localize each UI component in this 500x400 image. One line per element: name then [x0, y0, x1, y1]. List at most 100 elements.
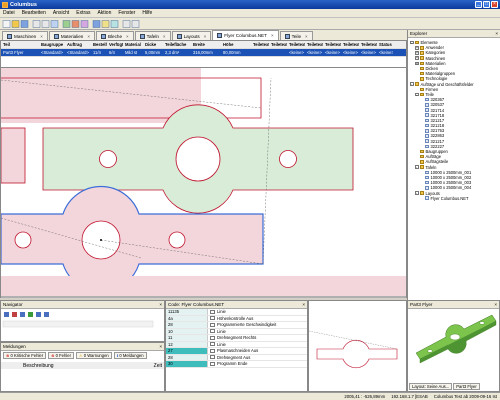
menu-aktion[interactable]: Aktion — [97, 10, 111, 16]
explorer-header: Explorer × — [408, 30, 500, 38]
row-checkbox[interactable] — [210, 335, 215, 340]
close-tab-icon[interactable]: × — [204, 34, 207, 39]
part-hole[interactable] — [14, 231, 32, 249]
maximize-button[interactable]: □ — [483, 1, 490, 8]
col-teiletext[interactable]: Teiletext — [305, 42, 323, 47]
close-tab-icon[interactable]: × — [126, 34, 129, 39]
part-outline[interactable] — [1, 68, 201, 123]
menu-bearbeiten[interactable]: Bearbeiten — [22, 10, 46, 16]
collapse-icon[interactable]: - — [415, 92, 419, 97]
col-auftrag[interactable]: Auftrag — [65, 42, 91, 47]
tab-layout[interactable]: Layout: Seine Aus... — [409, 383, 453, 390]
app-title: Columbus — [10, 1, 37, 8]
close-icon[interactable]: × — [159, 344, 162, 349]
row-checkbox[interactable] — [210, 342, 215, 347]
collapse-icon[interactable]: - — [415, 191, 419, 195]
code-number: 10 — [166, 328, 208, 334]
close-tab-icon[interactable]: × — [305, 34, 308, 39]
info-icon: ℹ — [116, 353, 119, 358]
part-hole[interactable] — [99, 150, 117, 168]
col-breite[interactable]: Breite — [191, 42, 221, 47]
col-teiletext[interactable]: Teiletext — [323, 42, 341, 47]
row-checkbox[interactable] — [210, 322, 215, 327]
close-icon[interactable]: × — [495, 31, 498, 36]
col-teil[interactable]: Teil — [1, 42, 39, 47]
close-tab-icon[interactable]: × — [87, 34, 90, 39]
col-teiletext[interactable]: Teiletext — [251, 42, 269, 47]
close-icon[interactable]: × — [159, 302, 162, 307]
row-checkbox[interactable] — [210, 361, 215, 366]
document-icon — [425, 175, 429, 180]
plate-icon — [139, 33, 145, 39]
expand-icon[interactable]: + — [415, 51, 419, 55]
expand-icon[interactable]: + — [415, 61, 419, 66]
menu-ansicht[interactable]: Ansicht — [53, 10, 69, 16]
col-hoehe[interactable]: Höhe — [221, 42, 251, 47]
part-hole[interactable] — [175, 136, 221, 182]
part-stub[interactable] — [1, 276, 407, 298]
layout-canvas[interactable] — [0, 68, 407, 298]
folder-icon — [420, 160, 424, 164]
warnings-button[interactable]: ⚠ 0 Warnungen — [76, 352, 112, 359]
horizontal-scrollbar[interactable] — [1, 296, 407, 298]
col-material[interactable]: Material — [123, 42, 143, 47]
col-zeit[interactable]: Zeit — [154, 363, 162, 369]
close-tab-icon[interactable]: × — [271, 33, 274, 38]
navigator-toolbar[interactable] — [1, 309, 164, 341]
tab-bleche[interactable]: Bleche × — [95, 31, 134, 40]
close-tab-icon[interactable]: × — [163, 34, 166, 39]
part-stub[interactable] — [1, 127, 26, 184]
tree-item[interactable]: Flyer Columbus.NET — [410, 196, 500, 201]
table-row[interactable]: Part3 Flyer <Standard> <Standard> 11/4 6… — [1, 49, 406, 57]
row-checkbox[interactable] — [210, 316, 215, 321]
close-icon[interactable]: × — [494, 302, 497, 307]
col-teiletext[interactable]: Teiletext — [341, 42, 359, 47]
part-hole[interactable] — [168, 231, 186, 249]
minimize-button[interactable]: _ — [475, 1, 482, 8]
col-bestellt[interactable]: Bestellt — [91, 42, 107, 47]
menu-datei[interactable]: Datei — [3, 10, 15, 16]
row-checkbox[interactable] — [210, 309, 215, 314]
col-status[interactable]: Status — [377, 42, 393, 47]
close-tab-icon[interactable]: × — [40, 34, 43, 39]
layout-drawing[interactable] — [1, 68, 407, 298]
col-baugruppe[interactable]: Baugruppe — [39, 42, 65, 47]
tab-tafeln[interactable]: Tafeln × — [134, 31, 171, 40]
part-3d-view[interactable] — [408, 309, 499, 373]
code-text: Linie — [217, 309, 226, 315]
part-hole[interactable] — [279, 150, 297, 168]
tab-layouts[interactable]: Layouts × — [171, 31, 212, 40]
errors-button[interactable]: ⊗ 0 Fehler — [48, 352, 74, 359]
close-icon[interactable]: × — [302, 302, 305, 307]
toolbar-icons[interactable] — [0, 18, 500, 30]
expand-icon[interactable]: + — [415, 46, 419, 50]
menu-fenster[interactable]: Fenster — [118, 10, 135, 16]
tab-materialien[interactable]: Materialien × — [48, 31, 95, 40]
code-row[interactable]: 30 Programm Ende — [166, 361, 307, 368]
row-checkbox[interactable] — [210, 355, 215, 360]
collapse-icon[interactable]: - — [410, 82, 414, 86]
expand-icon[interactable]: + — [415, 56, 419, 60]
col-teileflaeche[interactable]: Teilefläche — [163, 42, 191, 47]
collapse-icon[interactable]: - — [410, 40, 414, 45]
tab-teile[interactable]: Teile × — [279, 31, 313, 40]
tab-flyer-columbus[interactable]: Flyer Columbus.NET × — [212, 30, 279, 40]
col-beschreibung[interactable]: Beschreibung — [3, 363, 54, 369]
col-dicke[interactable]: Dicke — [143, 42, 163, 47]
row-checkbox[interactable] — [210, 329, 215, 334]
col-teiletext[interactable]: Teiletext — [359, 42, 377, 47]
close-button[interactable]: × — [491, 1, 498, 8]
col-teiletext[interactable]: Teiletext — [287, 42, 305, 47]
collapse-icon[interactable]: - — [415, 165, 419, 169]
critical-errors-button[interactable]: ⊗ 0 Kritische Fehler — [3, 352, 47, 359]
cell: <keine> — [289, 50, 304, 55]
messages-button[interactable]: ℹ0 Meldungen — [113, 352, 147, 359]
menu-extras[interactable]: Extras — [76, 10, 90, 16]
tab-part3-flyer[interactable]: Part3 Flyer — [453, 383, 480, 390]
row-checkbox[interactable] — [210, 348, 215, 353]
tab-maschinen[interactable]: Maschinen × — [2, 31, 48, 40]
col-verfuegt[interactable]: Verfügt — [107, 42, 123, 47]
bottom-tabs: Layout: Seine Aus... Part3 Flyer — [409, 383, 480, 390]
menu-hilfe[interactable]: Hilfe — [142, 10, 152, 16]
col-teiletext[interactable]: Teiletext — [269, 42, 287, 47]
